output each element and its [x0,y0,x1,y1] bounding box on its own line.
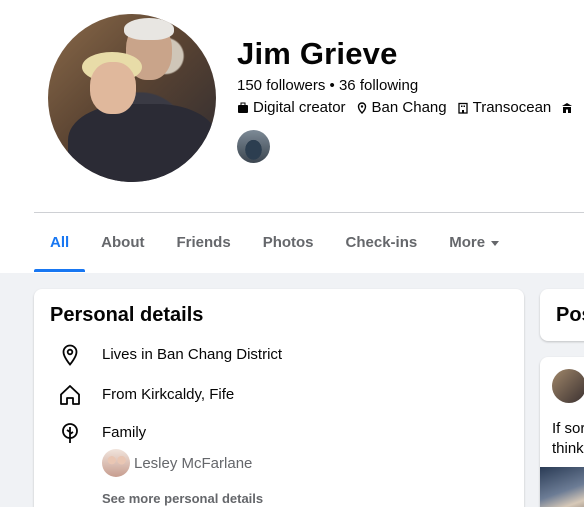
tab-label: Friends [176,234,231,251]
profile-header: Jim Grieve 150 followers • 36 following … [0,0,584,273]
briefcase-icon [238,102,248,113]
personal-details-card: Personal details Lives in Ban Chang Dist… [34,289,524,507]
tab-friends[interactable]: Friends [161,222,247,272]
personal-details-title: Personal details [50,304,204,326]
meta-item-school [561,102,577,114]
post-author-avatar[interactable] [552,369,584,403]
family-member-name: Lesley McFarlane [134,454,253,472]
tab-label: Photos [262,234,314,251]
tab-label: Check-ins [345,234,418,251]
meta-item-employer: Transocean [457,99,552,116]
location-pin-icon [357,101,366,114]
featured-photo-thumbnail[interactable] [237,130,270,163]
meta-text[interactable]: Ban Chang [372,99,447,116]
building-icon [457,102,468,114]
lives-in-text[interactable]: Lives in Ban Chang District [102,346,282,363]
posts-header-card: Pos [540,289,584,341]
see-more-personal-details-link[interactable]: See more personal details [102,491,263,506]
family-member[interactable]: Lesley McFarlane [102,449,252,477]
meta-item-work: Digital creator [237,99,346,116]
avatar-figure [68,104,216,182]
header-divider [34,212,584,213]
tab-more[interactable]: More [433,222,515,272]
meta-text[interactable]: Transocean [473,99,552,116]
profile-name: Jim Grieve [237,36,398,71]
post-image[interactable] [540,467,584,507]
tab-check-ins[interactable]: Check-ins [330,222,434,272]
school-icon [562,102,573,113]
tab-label: More [449,234,486,251]
posts-title: Pos [556,304,584,326]
profile-tabs: All About Friends Photos Check-ins More [34,222,515,272]
tab-label: All [50,234,70,251]
family-member-avatar [102,449,130,477]
tab-about[interactable]: About [85,222,160,272]
tab-photos[interactable]: Photos [247,222,330,272]
family-tree-icon [62,423,78,443]
tab-label: About [101,234,145,251]
avatar-figure [90,62,136,114]
from-text[interactable]: From Kirkcaldy, Fife [102,386,234,403]
avatar-figure [124,18,174,40]
home-icon [60,385,80,405]
post-text: If sor think [552,419,584,459]
tab-all[interactable]: All [34,222,86,272]
meta-text: Digital creator [253,99,346,116]
post-text-line: If sor [552,420,584,437]
post-card: If sor think [540,357,584,507]
profile-avatar[interactable] [48,14,216,182]
meta-item-location: Ban Chang [356,99,447,116]
location-pin-icon [62,344,78,366]
family-label: Family [102,424,147,441]
followers-count[interactable]: 150 followers • 36 following [237,77,418,94]
profile-meta: Digital creator Ban Chang Transocean [237,99,584,116]
caret-down-icon [491,240,500,246]
post-text-line: think [552,440,584,457]
